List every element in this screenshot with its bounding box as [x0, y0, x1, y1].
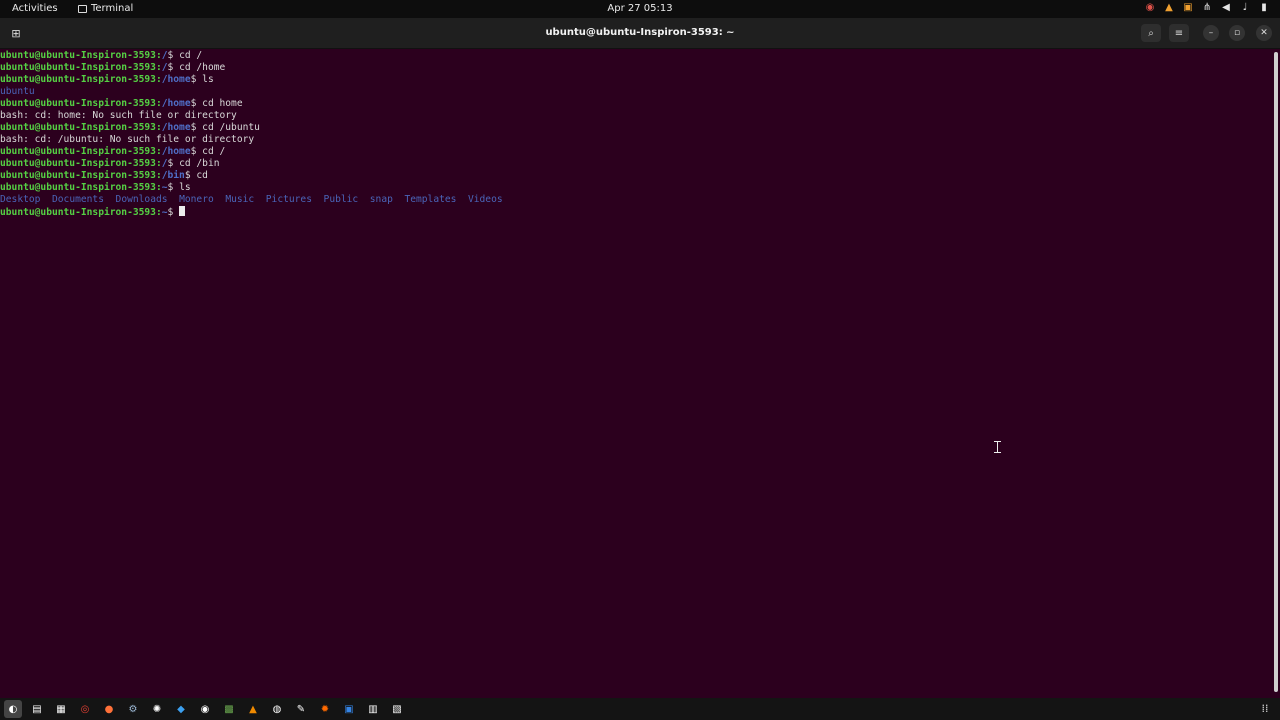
prompt-user: ubuntu@ubuntu-Inspiron-3593:	[0, 170, 162, 181]
prompt-path: /home	[161, 98, 191, 109]
directory-entry: Downloads	[115, 194, 168, 205]
game-icon[interactable]: ✹	[316, 700, 334, 718]
prompt-user: ubuntu@ubuntu-Inspiron-3593:	[0, 207, 162, 218]
notes-icon[interactable]: ▥	[364, 700, 382, 718]
software-icon[interactable]: ◍	[268, 700, 286, 718]
app-menu-label: Terminal	[91, 3, 134, 14]
terminal-line: ubuntu@ubuntu-Inspiron-3593:/home$ ls	[0, 74, 1270, 86]
directory-entry: snap	[369, 194, 393, 205]
command-text: $ cd	[184, 170, 208, 181]
steam-icon[interactable]: ⚙	[124, 700, 142, 718]
prompt-path: /home	[161, 122, 191, 133]
clock[interactable]: Apr 27 05:13	[607, 3, 672, 14]
close-icon[interactable]: ✕	[1256, 25, 1272, 41]
command-text: $ cd /home	[167, 62, 226, 73]
terminal-line: ubuntu@ubuntu-Inspiron-3593:/home$ cd /u…	[0, 122, 1270, 134]
prompt-user: ubuntu@ubuntu-Inspiron-3593:	[0, 98, 162, 109]
vlc-icon[interactable]: ▲	[1163, 2, 1175, 14]
terminal-line: ubuntu@ubuntu-Inspiron-3593:/$ cd /home	[0, 62, 1270, 74]
update-icon[interactable]: ◉	[1144, 2, 1156, 14]
directory-entry: Public	[323, 194, 359, 205]
terminal-line: Desktop Documents Downloads Monero Music…	[0, 194, 1270, 206]
show-apps-icon[interactable]: ◐	[4, 700, 22, 718]
directory-entry: Templates	[404, 194, 457, 205]
network-icon[interactable]: ⋔	[1201, 2, 1213, 14]
terminal-line: bash: cd: /ubuntu: No such file or direc…	[0, 134, 1270, 146]
prompt-path: /bin	[161, 170, 185, 181]
directory-entry: Pictures	[265, 194, 312, 205]
vscode-icon[interactable]: ◆	[172, 700, 190, 718]
terminal-line: ubuntu@ubuntu-Inspiron-3593:/bin$ cd	[0, 170, 1270, 182]
package-icon[interactable]: ▣	[1182, 2, 1194, 14]
directory-entry: Desktop	[0, 194, 41, 205]
output-text: bash: cd: home: No such file or director…	[0, 110, 237, 121]
command-text: $ cd /	[190, 146, 226, 157]
terminal-line: ubuntu@ubuntu-Inspiron-3593:~$	[0, 206, 1270, 218]
volume-icon[interactable]: ◀	[1220, 2, 1232, 14]
window-title: ubuntu@ubuntu-Inspiron-3593: ~	[545, 27, 735, 38]
command-text: $ cd home	[190, 98, 243, 109]
system-tray[interactable]: ◉ ▲ ▣ ⋔ ◀ ♩ ▮	[1144, 2, 1270, 14]
terminal-line: ubuntu@ubuntu-Inspiron-3593:/$ cd /	[0, 50, 1270, 62]
app-menu[interactable]: Terminal	[78, 3, 133, 14]
directory-entry: Documents	[52, 194, 104, 205]
output-text: bash: cd: /ubuntu: No such file or direc…	[0, 134, 255, 145]
settings-icon[interactable]: ✺	[148, 700, 166, 718]
app-grid-icon[interactable]: ⁞⁞	[1258, 702, 1272, 716]
obs-icon[interactable]: ◉	[196, 700, 214, 718]
terminal-line: ubuntu@ubuntu-Inspiron-3593:/home$ cd ho…	[0, 98, 1270, 110]
minimize-icon[interactable]: –	[1203, 25, 1219, 41]
terminal-icon	[78, 4, 87, 13]
directory-entry: Monero	[179, 194, 214, 205]
prompt-user: ubuntu@ubuntu-Inspiron-3593:	[0, 158, 162, 169]
command-text: $ cd /	[167, 50, 203, 61]
prompt-path: /home	[161, 146, 191, 157]
calendar-icon[interactable]: ▣	[340, 700, 358, 718]
top-bar: Activities Terminal Apr 27 05:13 ◉ ▲ ▣ ⋔…	[0, 0, 1280, 18]
command-text: $ cd /ubuntu	[190, 122, 260, 133]
mouse-ibeam-cursor	[994, 441, 1001, 453]
prompt-user: ubuntu@ubuntu-Inspiron-3593:	[0, 122, 162, 133]
prompt-path: /home	[161, 74, 191, 85]
prompt-user: ubuntu@ubuntu-Inspiron-3593:	[0, 182, 162, 193]
menu-icon[interactable]: ≡	[1169, 24, 1189, 42]
vlc-icon[interactable]: ▲	[244, 700, 262, 718]
command-text: $ ls	[167, 182, 191, 193]
document-icon[interactable]: ▧	[388, 700, 406, 718]
terminal-line: ubuntu@ubuntu-Inspiron-3593:/$ cd /bin	[0, 158, 1270, 170]
prompt-user: ubuntu@ubuntu-Inspiron-3593:	[0, 62, 162, 73]
prompt-user: ubuntu@ubuntu-Inspiron-3593:	[0, 74, 162, 85]
terminal-line: ubuntu@ubuntu-Inspiron-3593:/home$ cd /	[0, 146, 1270, 158]
directory-entry: Videos	[467, 194, 503, 205]
microphone-icon[interactable]: ♩	[1239, 2, 1251, 14]
new-tab-icon[interactable]: ⊞	[6, 25, 26, 41]
terminal-headerbar: ⊞ ubuntu@ubuntu-Inspiron-3593: ~ ⌕ ≡ – ▫…	[0, 18, 1280, 49]
firefox-icon[interactable]: ●	[100, 700, 118, 718]
command-text: $ cd /bin	[167, 158, 220, 169]
prompt-user: ubuntu@ubuntu-Inspiron-3593:	[0, 146, 162, 157]
prompt-user: ubuntu@ubuntu-Inspiron-3593:	[0, 50, 162, 61]
activities-button[interactable]: Activities	[12, 3, 58, 14]
minecraft-icon[interactable]: ▩	[220, 700, 238, 718]
scrollbar[interactable]	[1274, 52, 1278, 692]
dock: ◐ ▤ ▦ ◎ ● ⚙ ✺ ◆ ◉ ▩ ▲ ◍ ✎ ✹ ▣ ▥ ▧ ⁞⁞	[0, 698, 1280, 720]
battery-icon[interactable]: ▮	[1258, 2, 1270, 14]
terminal-line: bash: cd: home: No such file or director…	[0, 110, 1270, 122]
text-cursor	[179, 206, 186, 216]
directory-entry: ubuntu	[0, 86, 35, 97]
command-text: $ ls	[190, 74, 214, 85]
text-editor-icon[interactable]: ▦	[52, 700, 70, 718]
directory-entry: Music	[225, 194, 255, 205]
search-icon[interactable]: ⌕	[1141, 24, 1161, 42]
maximize-icon[interactable]: ▫	[1229, 25, 1245, 41]
terminal-output[interactable]: ubuntu@ubuntu-Inspiron-3593:/$ cd / ubunt…	[0, 50, 1270, 698]
terminal-line: ubuntu@ubuntu-Inspiron-3593:~$ ls	[0, 182, 1270, 194]
terminal-line: ubuntu	[0, 86, 1270, 98]
command-text: $	[167, 207, 180, 218]
chrome-icon[interactable]: ◎	[76, 700, 94, 718]
tool-icon[interactable]: ✎	[292, 700, 310, 718]
files-icon[interactable]: ▤	[28, 700, 46, 718]
